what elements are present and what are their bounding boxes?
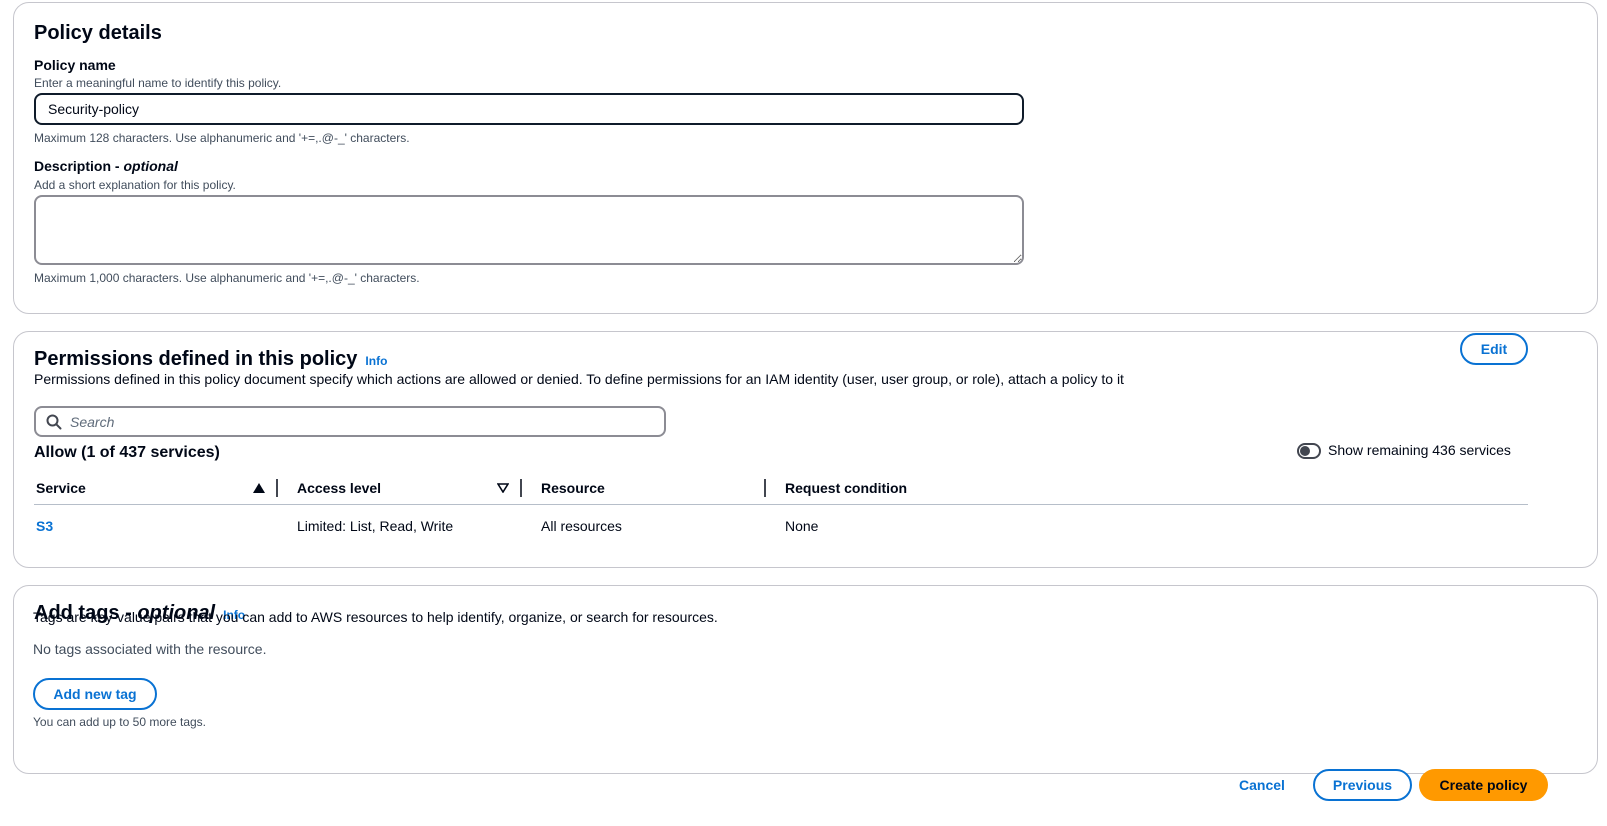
table-header-divider bbox=[34, 504, 1528, 505]
description-optional-text: optional bbox=[123, 158, 178, 174]
toggle-knob bbox=[1300, 446, 1310, 456]
description-hint: Add a short explanation for this policy. bbox=[34, 178, 236, 192]
policy-name-hint: Enter a meaningful name to identify this… bbox=[34, 76, 282, 90]
description-label: Description - optional bbox=[34, 158, 178, 174]
description-label-text: Description - bbox=[34, 158, 120, 174]
sort-ascending-icon[interactable] bbox=[253, 483, 265, 493]
search-box[interactable] bbox=[34, 406, 666, 437]
policy-name-label: Policy name bbox=[34, 57, 116, 73]
allow-heading: Allow (1 of 437 services) bbox=[34, 444, 220, 461]
policy-details-title: Policy details bbox=[34, 22, 162, 44]
policy-name-constraint: Maximum 128 characters. Use alphanumeric… bbox=[34, 131, 410, 145]
column-header-access-level[interactable]: Access level bbox=[297, 480, 381, 496]
show-remaining-label: Show remaining 436 services bbox=[1328, 442, 1511, 458]
policy-name-input[interactable] bbox=[34, 93, 1024, 125]
create-policy-button[interactable]: Create policy bbox=[1419, 769, 1548, 801]
policy-details-panel: Policy details Policy name Enter a meani… bbox=[13, 2, 1598, 314]
sort-descending-icon[interactable] bbox=[497, 483, 509, 493]
description-textarea[interactable] bbox=[34, 195, 1024, 265]
tags-limit-text: You can add up to 50 more tags. bbox=[33, 715, 207, 729]
service-link-s3[interactable]: S3 bbox=[36, 518, 53, 534]
access-level-cell: Limited: List, Read, Write bbox=[297, 518, 454, 534]
permissions-description: Permissions defined in this policy docum… bbox=[34, 371, 1124, 387]
previous-button[interactable]: Previous bbox=[1313, 769, 1412, 801]
column-divider[interactable] bbox=[276, 479, 278, 497]
column-header-request-condition[interactable]: Request condition bbox=[785, 480, 907, 496]
edit-button[interactable]: Edit bbox=[1460, 333, 1528, 365]
permissions-title: Permissions defined in this policy bbox=[34, 348, 358, 370]
permissions-header: Permissions defined in this policy Info bbox=[34, 348, 387, 371]
column-divider[interactable] bbox=[764, 479, 766, 497]
description-constraint: Maximum 1,000 characters. Use alphanumer… bbox=[34, 271, 420, 285]
add-new-tag-button[interactable]: Add new tag bbox=[33, 678, 157, 710]
column-header-service[interactable]: Service bbox=[36, 480, 86, 496]
cancel-button[interactable]: Cancel bbox=[1232, 775, 1292, 795]
tags-empty-text: No tags associated with the resource. bbox=[33, 641, 267, 657]
column-divider[interactable] bbox=[520, 479, 522, 497]
tags-description: Tags are key-value pairs that you can ad… bbox=[33, 609, 718, 625]
search-input[interactable] bbox=[70, 411, 650, 433]
resource-cell: All resources bbox=[541, 518, 622, 534]
search-icon bbox=[46, 414, 62, 430]
show-remaining-toggle[interactable] bbox=[1297, 443, 1321, 459]
column-header-resource[interactable]: Resource bbox=[541, 480, 605, 496]
request-condition-cell: None bbox=[785, 518, 819, 534]
permissions-info-link[interactable]: Info bbox=[365, 354, 387, 368]
permissions-panel: Permissions defined in this policy Info … bbox=[13, 331, 1598, 568]
